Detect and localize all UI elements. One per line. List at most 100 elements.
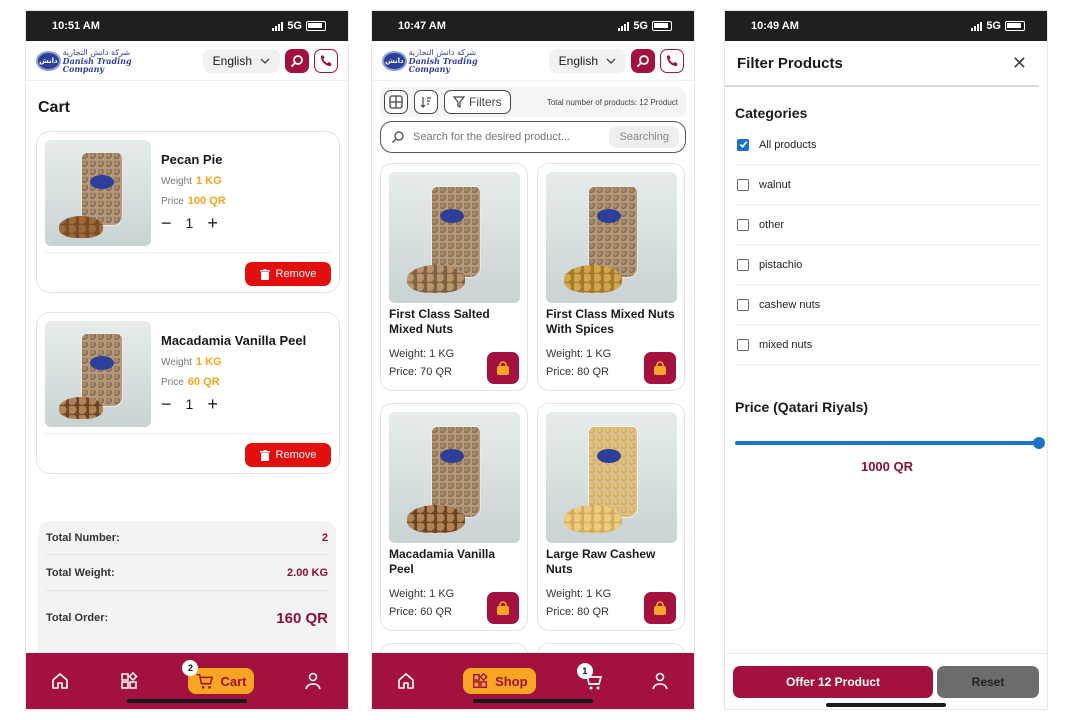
searching-button[interactable]: Searching [609, 126, 679, 148]
nav-shop[interactable]: Shop [463, 668, 536, 694]
cart-icon [197, 673, 214, 689]
nav-profile[interactable] [303, 671, 323, 691]
add-to-cart-button[interactable] [644, 352, 676, 384]
checkbox[interactable] [737, 178, 749, 191]
bag-icon [654, 360, 666, 375]
call-button[interactable] [660, 48, 684, 73]
product-name: Macadamia Vanilla Peel [161, 333, 307, 348]
page-title: Cart [38, 99, 71, 116]
product-price: Price: 80 QR [546, 366, 609, 378]
nav-cart[interactable]: 2 Cart [182, 660, 255, 694]
product-image [546, 172, 677, 303]
signal-icon [618, 21, 630, 31]
product-image [45, 140, 151, 246]
user-icon [652, 672, 669, 690]
checkbox[interactable] [737, 338, 749, 351]
offer-products-button[interactable]: Offer 12 Product [733, 665, 933, 698]
remove-button[interactable]: Remove [245, 443, 331, 467]
filter-icon [453, 96, 465, 108]
product-image [389, 412, 520, 543]
status-bar: 10:47 AM 5G [372, 11, 694, 41]
category-option[interactable]: walnut [737, 165, 1039, 205]
filter-footer: Offer 12 Product Reset [725, 653, 1047, 709]
nav-home[interactable] [396, 671, 416, 691]
increase-button[interactable]: + [207, 395, 218, 413]
language-select[interactable]: English [548, 48, 626, 73]
status-time: 10:47 AM [398, 20, 446, 32]
network-label: 5G [633, 20, 648, 32]
product-name: First Class Mixed Nuts With Spices [546, 307, 675, 336]
product-price: 100 QR [187, 195, 226, 207]
remove-button[interactable]: Remove [245, 262, 331, 286]
cart-item: Macadamia Vanilla Peel Weight 1 KG Price 6… [36, 312, 340, 474]
product-weight: Weight: 1 KG [389, 348, 455, 360]
product-search: Searching [380, 121, 686, 153]
order-summary: Total Number: 2 Total Weight: 2.00 KG To… [38, 521, 336, 671]
bag-icon [654, 600, 666, 615]
decrease-button[interactable]: − [161, 214, 172, 232]
product-weight: Weight: 1 KG [546, 588, 612, 600]
filter-screen: 10:49 AM 5G Filter Products ✕ Categories… [724, 10, 1048, 710]
home-icon [397, 673, 414, 689]
price-slider[interactable] [735, 437, 1045, 449]
total-order-value: 160 QR [276, 609, 328, 627]
product-card[interactable]: Macadamia Vanilla Peel Weight: 1 KG Pric… [380, 403, 528, 631]
product-name: Macadamia Vanilla Peel [389, 547, 496, 576]
categories-title: Categories [735, 105, 808, 121]
checkbox[interactable] [737, 298, 749, 311]
category-option[interactable]: pistachio [737, 245, 1039, 285]
phone-icon [666, 54, 678, 67]
category-option[interactable]: mixed nuts [737, 325, 1039, 365]
add-to-cart-button[interactable] [487, 352, 519, 384]
nav-cart[interactable]: 1 [576, 663, 603, 691]
search-button[interactable] [285, 48, 309, 73]
checkbox[interactable] [737, 258, 749, 271]
close-icon[interactable]: ✕ [1012, 53, 1027, 74]
product-card[interactable]: First Class Salted Mixed Nuts Weight: 1 … [380, 163, 528, 391]
battery-icon [1005, 21, 1025, 31]
checkbox[interactable] [737, 138, 749, 151]
price-title: Price (Qatari Riyals) [735, 399, 869, 415]
product-name: Pecan Pie [161, 152, 223, 167]
sort-button[interactable] [414, 90, 438, 114]
quantity-value: 1 [185, 396, 194, 412]
quantity-stepper: − 1 + [161, 214, 218, 232]
category-option[interactable]: All products [737, 125, 1039, 165]
add-to-cart-button[interactable] [644, 592, 676, 624]
quantity-value: 1 [185, 215, 194, 231]
total-number-value: 2 [321, 531, 328, 544]
add-to-cart-button[interactable] [487, 592, 519, 624]
search-button[interactable] [631, 48, 655, 73]
product-card[interactable]: First Class Mixed Nuts With Spices Weigh… [537, 163, 685, 391]
slider-handle[interactable] [1033, 437, 1045, 449]
user-icon [305, 672, 322, 690]
reset-button[interactable]: Reset [937, 665, 1039, 698]
bottom-nav: Shop 1 [372, 653, 694, 709]
bottom-nav: 2 Cart [26, 653, 348, 709]
company-logo: دانش شركة دانش التجارية Danish Trading C… [382, 48, 492, 73]
chevron-down-icon [260, 58, 270, 64]
check-icon [739, 141, 747, 148]
product-image [546, 412, 677, 543]
status-bar: 10:51 AM 5G [26, 11, 348, 41]
search-input[interactable] [413, 131, 602, 143]
increase-button[interactable]: + [207, 214, 218, 232]
network-label: 5G [287, 20, 302, 32]
product-card[interactable]: Large Raw Cashew Nuts Weight: 1 KG Price… [537, 403, 685, 631]
nav-home[interactable] [50, 671, 70, 691]
category-option[interactable]: cashew nuts [737, 285, 1039, 325]
filters-button[interactable]: Filters [444, 90, 511, 114]
category-option[interactable]: other [737, 205, 1039, 245]
decrease-button[interactable]: − [161, 395, 172, 413]
total-weight-value: 2.00 KG [287, 566, 328, 579]
grid-view-button[interactable] [384, 90, 408, 114]
product-image [389, 172, 520, 303]
trash-icon [259, 268, 270, 280]
product-weight: Weight: 1 KG [389, 588, 455, 600]
nav-shop[interactable] [119, 671, 139, 691]
quantity-stepper: − 1 + [161, 395, 218, 413]
call-button[interactable] [314, 48, 338, 73]
checkbox[interactable] [737, 218, 749, 231]
nav-profile[interactable] [650, 671, 670, 691]
language-select[interactable]: English [202, 48, 280, 73]
